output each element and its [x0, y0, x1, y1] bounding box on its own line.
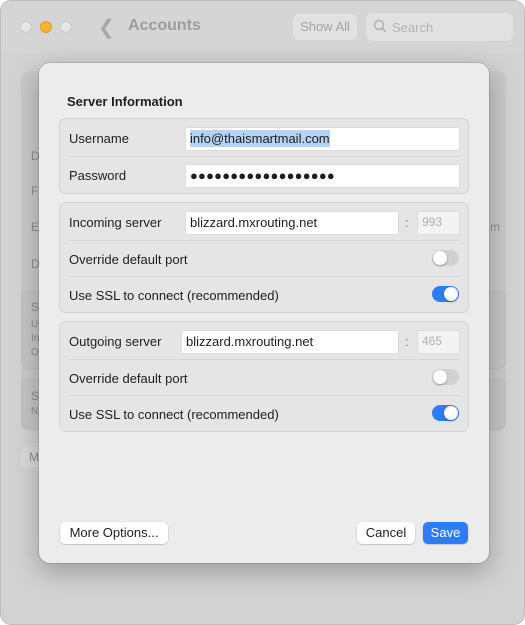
outgoing-ssl-label: Use SSL to connect (recommended)	[69, 407, 279, 422]
close-window-button[interactable]	[20, 21, 32, 33]
outgoing-server-row: Outgoing server blizzard.mxrouting.net :…	[60, 322, 468, 359]
dimmed-label: m	[490, 220, 500, 234]
incoming-server-group: Incoming server blizzard.mxrouting.net :…	[59, 202, 469, 313]
incoming-ssl-row: Use SSL to connect (recommended)	[60, 276, 468, 313]
port-separator: :	[405, 334, 409, 349]
search-icon	[373, 19, 387, 33]
outgoing-ssl-toggle[interactable]	[432, 405, 459, 421]
outgoing-port-value: 465	[422, 334, 443, 348]
more-options-button[interactable]: More Options...	[60, 522, 168, 544]
minimize-window-button[interactable]	[40, 21, 52, 33]
incoming-server-label: Incoming server	[69, 215, 162, 230]
outgoing-override-row: Override default port	[60, 359, 468, 396]
toggle-knob	[444, 406, 458, 420]
toggle-knob	[433, 251, 447, 265]
zoom-window-button[interactable]	[60, 21, 72, 33]
incoming-port-field[interactable]: 993	[418, 212, 459, 234]
window-title: Accounts	[128, 17, 201, 34]
incoming-server-value: blizzard.mxrouting.net	[190, 215, 318, 230]
password-row: Password ●●●●●●●●●●●●●●●●●●	[60, 156, 468, 193]
dimmed-label: S	[31, 300, 40, 314]
username-row: Username info@thaismartmail.com	[60, 119, 468, 156]
cancel-button[interactable]: Cancel	[357, 522, 415, 544]
incoming-server-row: Incoming server blizzard.mxrouting.net :…	[60, 203, 468, 240]
incoming-port-value: 993	[422, 215, 443, 229]
incoming-ssl-toggle[interactable]	[432, 286, 459, 302]
dimmed-label: S	[31, 389, 40, 403]
accounts-window: ❮ Accounts Show All Search D F E D S U I…	[0, 0, 525, 625]
show-all-button[interactable]: Show All	[293, 14, 357, 40]
incoming-ssl-label: Use SSL to connect (recommended)	[69, 288, 279, 303]
outgoing-override-toggle[interactable]	[432, 369, 459, 385]
incoming-server-field[interactable]: blizzard.mxrouting.net	[186, 212, 398, 234]
credentials-group: Username info@thaismartmail.com Password…	[59, 118, 469, 194]
dimmed-label: O	[31, 347, 39, 358]
outgoing-override-label: Override default port	[69, 371, 188, 386]
outgoing-ssl-row: Use SSL to connect (recommended)	[60, 395, 468, 432]
server-settings-sheet: Server Information Username info@thaisma…	[39, 63, 489, 563]
section-title: Server Information	[67, 94, 183, 109]
save-button[interactable]: Save	[423, 522, 468, 544]
toggle-knob	[444, 287, 458, 301]
username-value: info@thaismartmail.com	[190, 130, 330, 147]
password-value: ●●●●●●●●●●●●●●●●●●	[190, 168, 335, 183]
incoming-override-row: Override default port	[60, 240, 468, 277]
toggle-knob	[433, 370, 447, 384]
incoming-override-label: Override default port	[69, 252, 188, 267]
password-field[interactable]: ●●●●●●●●●●●●●●●●●●	[186, 165, 459, 187]
titlebar: ❮ Accounts Show All Search	[1, 1, 524, 53]
incoming-override-toggle[interactable]	[432, 250, 459, 266]
outgoing-server-label: Outgoing server	[69, 334, 162, 349]
back-chevron-icon[interactable]: ❮	[98, 15, 115, 40]
search-placeholder: Search	[392, 20, 434, 35]
outgoing-server-value: blizzard.mxrouting.net	[186, 334, 314, 349]
dimmed-label: U	[31, 319, 39, 330]
outgoing-port-field[interactable]: 465	[418, 331, 459, 353]
outgoing-server-field[interactable]: blizzard.mxrouting.net	[182, 331, 398, 353]
port-separator: :	[405, 215, 409, 230]
search-field[interactable]: Search	[366, 13, 513, 41]
username-field[interactable]: info@thaismartmail.com	[186, 128, 459, 150]
outgoing-server-group: Outgoing server blizzard.mxrouting.net :…	[59, 321, 469, 432]
password-label: Password	[69, 168, 127, 183]
dimmed-label: N	[31, 406, 39, 417]
username-label: Username	[69, 131, 129, 146]
dimmed-label: E	[31, 220, 40, 234]
dimmed-label: F	[31, 184, 39, 198]
